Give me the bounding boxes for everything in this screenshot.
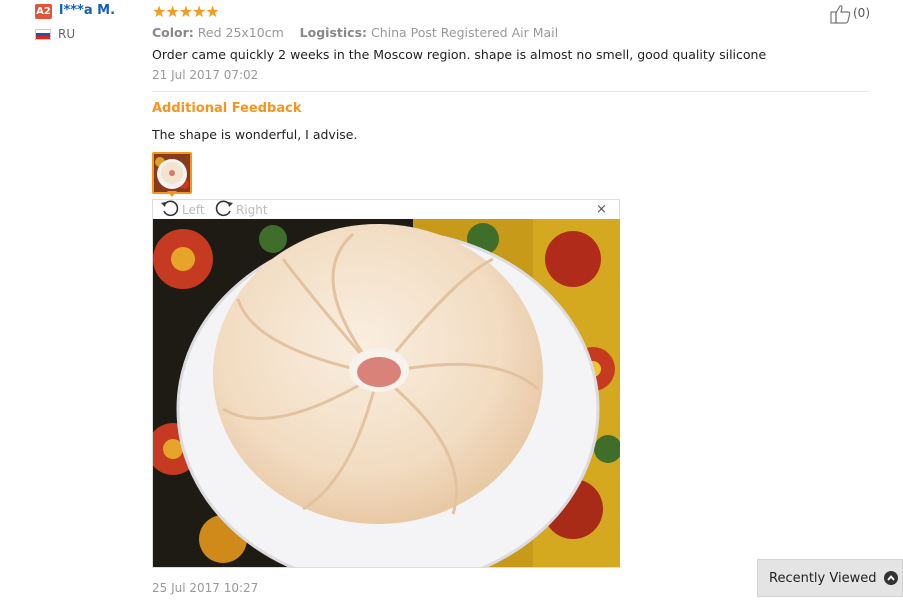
rotate-right-label: Right	[236, 202, 268, 217]
recently-viewed-label: Recently Viewed	[769, 570, 877, 586]
review-text: Order came quickly 2 weeks in the Moscow…	[152, 47, 767, 62]
additional-feedback-text: The shape is wonderful, I advise.	[152, 127, 358, 142]
recently-viewed-button[interactable]: Recently Viewed	[757, 559, 903, 597]
close-icon[interactable]: ×	[596, 202, 607, 217]
review-photo[interactable]	[153, 219, 620, 567]
additional-feedback-date: 25 Jul 2017 10:27	[152, 581, 259, 595]
divider	[152, 91, 868, 92]
logistics-value: China Post Registered Air Mail	[371, 25, 559, 40]
star-rating: ★★★★★	[152, 2, 220, 21]
thumbs-up-icon[interactable]	[830, 4, 852, 24]
photo-thumbnail[interactable]	[152, 152, 192, 194]
rotate-right-icon	[214, 199, 234, 220]
chevron-up-icon	[884, 571, 899, 585]
color-label: Color:	[152, 25, 194, 40]
rotate-left-label: Left	[182, 202, 205, 217]
review-date: 21 Jul 2017 07:02	[152, 68, 259, 82]
additional-feedback-title: Additional Feedback	[152, 101, 302, 116]
rotate-right-button[interactable]: Right	[214, 199, 268, 220]
rotate-left-button[interactable]: Left	[160, 199, 205, 220]
thumbnail-pointer	[167, 191, 177, 197]
reviewer-name[interactable]: l***a M.	[59, 3, 115, 18]
order-info: Color: Red 25x10cm Logistics: China Post…	[152, 25, 558, 40]
logistics-label: Logistics:	[299, 25, 368, 40]
color-value: Red 25x10cm	[197, 25, 284, 40]
russia-flag-icon	[35, 29, 51, 40]
helpful-count: (0)	[853, 6, 870, 20]
reviewer-country: RU	[58, 27, 76, 41]
rotate-left-icon	[160, 199, 180, 220]
reviewer-level-badge: A2	[35, 4, 52, 19]
